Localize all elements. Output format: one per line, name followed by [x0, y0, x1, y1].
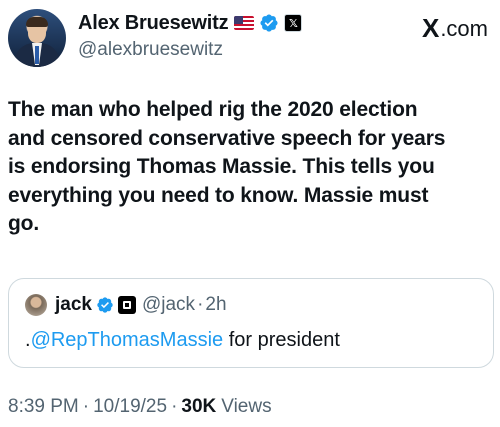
verified-badge-icon	[97, 297, 113, 313]
avatar-tie	[35, 46, 39, 64]
tweet-date[interactable]: 10/19/25	[93, 396, 167, 418]
mention-link[interactable]: @RepThomasMassie	[31, 329, 224, 351]
tweet-text-line: and censored conservative speech for yea…	[8, 126, 446, 150]
tweet-footer: 8:39 PM · 10/19/25 · 30K Views	[8, 396, 272, 418]
author-avatar[interactable]	[8, 9, 66, 67]
tweet-text-line: The man who helped rig the 2020 election	[8, 98, 418, 121]
views-count: 30K	[181, 396, 217, 417]
verified-badge-icon	[260, 14, 278, 32]
x-affiliate-badge-icon: 𝕏	[284, 14, 303, 32]
author-name-row: Alex Bruesewitz 𝕏	[78, 11, 303, 35]
avatar-hair	[26, 17, 48, 27]
tweet-text: The man who helped rig the 2020 election…	[8, 96, 494, 239]
tweet-text-line: is endorsing Thomas Massie. This tells y…	[8, 155, 435, 178]
quoted-author-avatar[interactable]	[25, 294, 47, 316]
x-com-brand: X .com	[422, 13, 488, 44]
square-affiliate-badge-icon	[117, 296, 136, 314]
quoted-tweet-card[interactable]: jack @jack · 2h .@RepThomasMassie for pr…	[8, 278, 494, 368]
tweet-text-line: everything you need to know. Massie must	[8, 183, 429, 207]
tweet-text-line: go.	[8, 212, 40, 235]
footer-separator: ·	[82, 396, 90, 417]
quoted-tweet-time[interactable]: 2h	[205, 294, 226, 316]
tweet-time[interactable]: 8:39 PM	[8, 396, 79, 418]
brand-suffix: .com	[440, 15, 488, 41]
author-name[interactable]: Alex Bruesewitz	[78, 12, 229, 35]
meta-separator: ·	[197, 294, 204, 315]
quoted-author-name[interactable]: jack	[55, 294, 92, 316]
quoted-text-suffix: for president	[223, 329, 340, 351]
footer-separator: ·	[171, 396, 178, 417]
quoted-tweet-text: .@RepThomasMassie for president	[25, 329, 340, 352]
quoted-author-handle[interactable]: @jack	[142, 294, 195, 316]
x-logo-icon: X	[421, 13, 440, 43]
tweet-header: Alex Bruesewitz 𝕏 @alexbruesewitz X .com	[8, 9, 492, 69]
us-flag-icon	[234, 16, 255, 30]
views-label: Views	[221, 396, 272, 417]
quoted-tweet-header: jack @jack · 2h	[25, 294, 227, 316]
author-handle[interactable]: @alexbruesewitz	[78, 39, 223, 61]
